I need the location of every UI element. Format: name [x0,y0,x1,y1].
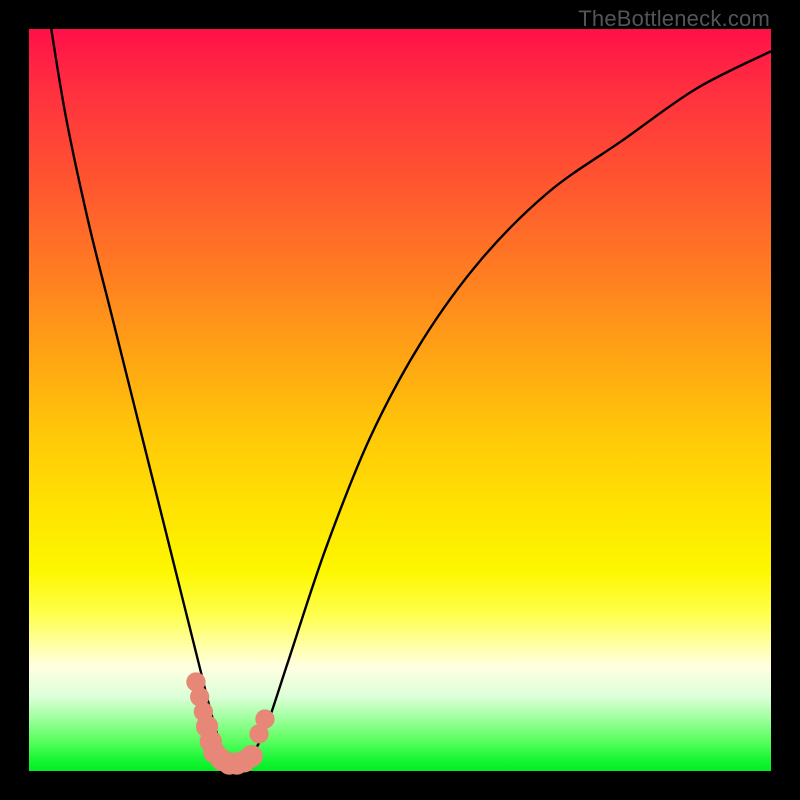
curve-marker [255,709,274,728]
curve-marker [240,745,262,767]
curve-layer [29,29,771,771]
curve-markers [186,672,274,774]
bottleneck-curve [51,29,771,771]
